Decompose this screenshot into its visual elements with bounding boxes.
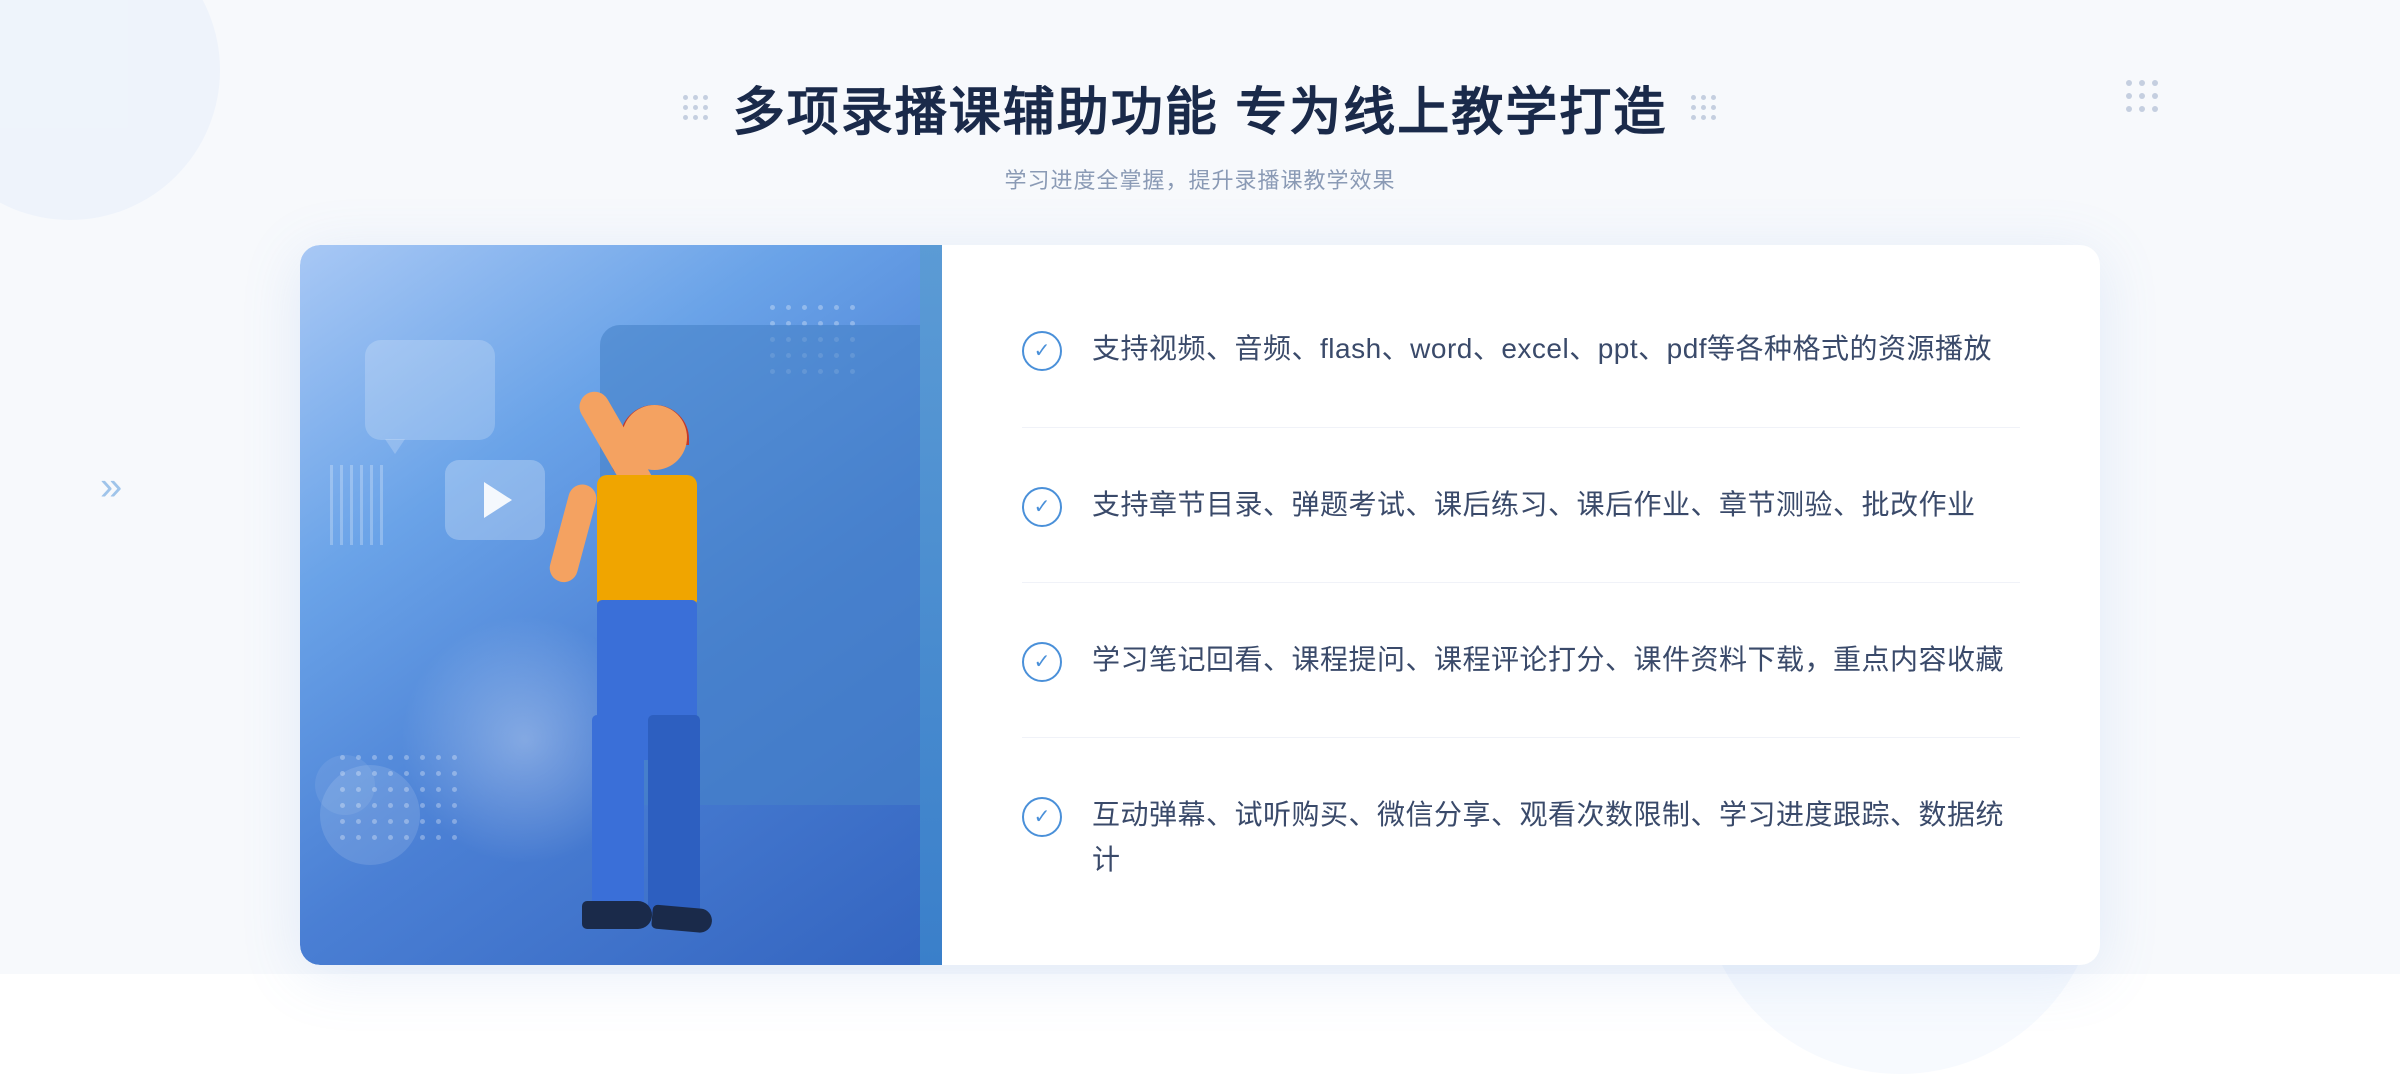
check-mark-3: ✓ xyxy=(1034,652,1051,672)
figure-leg-right xyxy=(648,715,700,915)
blue-divider xyxy=(920,245,942,965)
figure-torso xyxy=(597,475,697,605)
illustration-panel: « xyxy=(300,245,920,965)
left-deco-dots xyxy=(683,95,709,121)
header-section: 多项录播课辅助功能 专为线上教学打造 学习进度全掌握，提升录播课教学效果 xyxy=(683,0,1717,225)
figure-arm-down xyxy=(547,481,600,585)
sub-title: 学习进度全掌握，提升录播课教学效果 xyxy=(683,163,1717,195)
bg-circle-top-left xyxy=(0,0,220,220)
separator-3 xyxy=(1022,737,2020,738)
figure-illustration xyxy=(482,405,802,965)
feature-text-3: 学习笔记回看、课程提问、课程评论打分、课件资料下载，重点内容收藏 xyxy=(1092,638,2004,683)
left-panel-dots-bottom xyxy=(340,755,462,845)
separator-1 xyxy=(1022,427,2020,428)
feature-item-2: ✓ 支持章节目录、弹题考试、课后练习、课后作业、章节测验、批改作业 xyxy=(1022,473,2020,538)
check-icon-2: ✓ xyxy=(1022,487,1062,527)
features-panel: ✓ 支持视频、音频、flash、word、excel、ppt、pdf等各种格式的… xyxy=(942,245,2100,965)
check-mark-2: ✓ xyxy=(1034,497,1051,517)
page-container: 多项录播课辅助功能 专为线上教学打造 学习进度全掌握，提升录播课教学效果 » xyxy=(0,0,2400,974)
figure-leg-left xyxy=(592,715,644,915)
feature-item-4: ✓ 互动弹幕、试听购买、微信分享、观看次数限制、学习进度跟踪、数据统计 xyxy=(1022,783,2020,893)
main-card: « xyxy=(300,245,2100,965)
figure-shoe-left xyxy=(582,901,652,929)
main-title: 多项录播课辅助功能 专为线上教学打造 xyxy=(733,70,1667,145)
page-left-arrows: » xyxy=(100,465,114,510)
feature-text-2: 支持章节目录、弹题考试、课后练习、课后作业、章节测验、批改作业 xyxy=(1092,483,1976,528)
feature-text-4: 互动弹幕、试听购买、微信分享、观看次数限制、学习进度跟踪、数据统计 xyxy=(1092,793,2020,883)
title-row: 多项录播课辅助功能 专为线上教学打造 xyxy=(683,70,1717,145)
check-icon-1: ✓ xyxy=(1022,331,1062,371)
right-deco-dots xyxy=(1691,95,1717,121)
right-page-deco-dots xyxy=(2126,80,2160,114)
content-area: « xyxy=(300,245,2100,965)
feature-text-1: 支持视频、音频、flash、word、excel、ppt、pdf等各种格式的资源… xyxy=(1092,327,1992,372)
check-icon-4: ✓ xyxy=(1022,797,1062,837)
check-mark-4: ✓ xyxy=(1034,807,1051,827)
check-icon-3: ✓ xyxy=(1022,642,1062,682)
feature-item-3: ✓ 学习笔记回看、课程提问、课程评论打分、课件资料下载，重点内容收藏 xyxy=(1022,628,2020,693)
separator-2 xyxy=(1022,582,2020,583)
check-mark-1: ✓ xyxy=(1034,341,1051,361)
speech-bubble xyxy=(365,340,495,440)
figure-shoe-right xyxy=(651,904,713,933)
feature-item-1: ✓ 支持视频、音频、flash、word、excel、ppt、pdf等各种格式的… xyxy=(1022,317,2020,382)
lines-deco xyxy=(330,465,390,545)
